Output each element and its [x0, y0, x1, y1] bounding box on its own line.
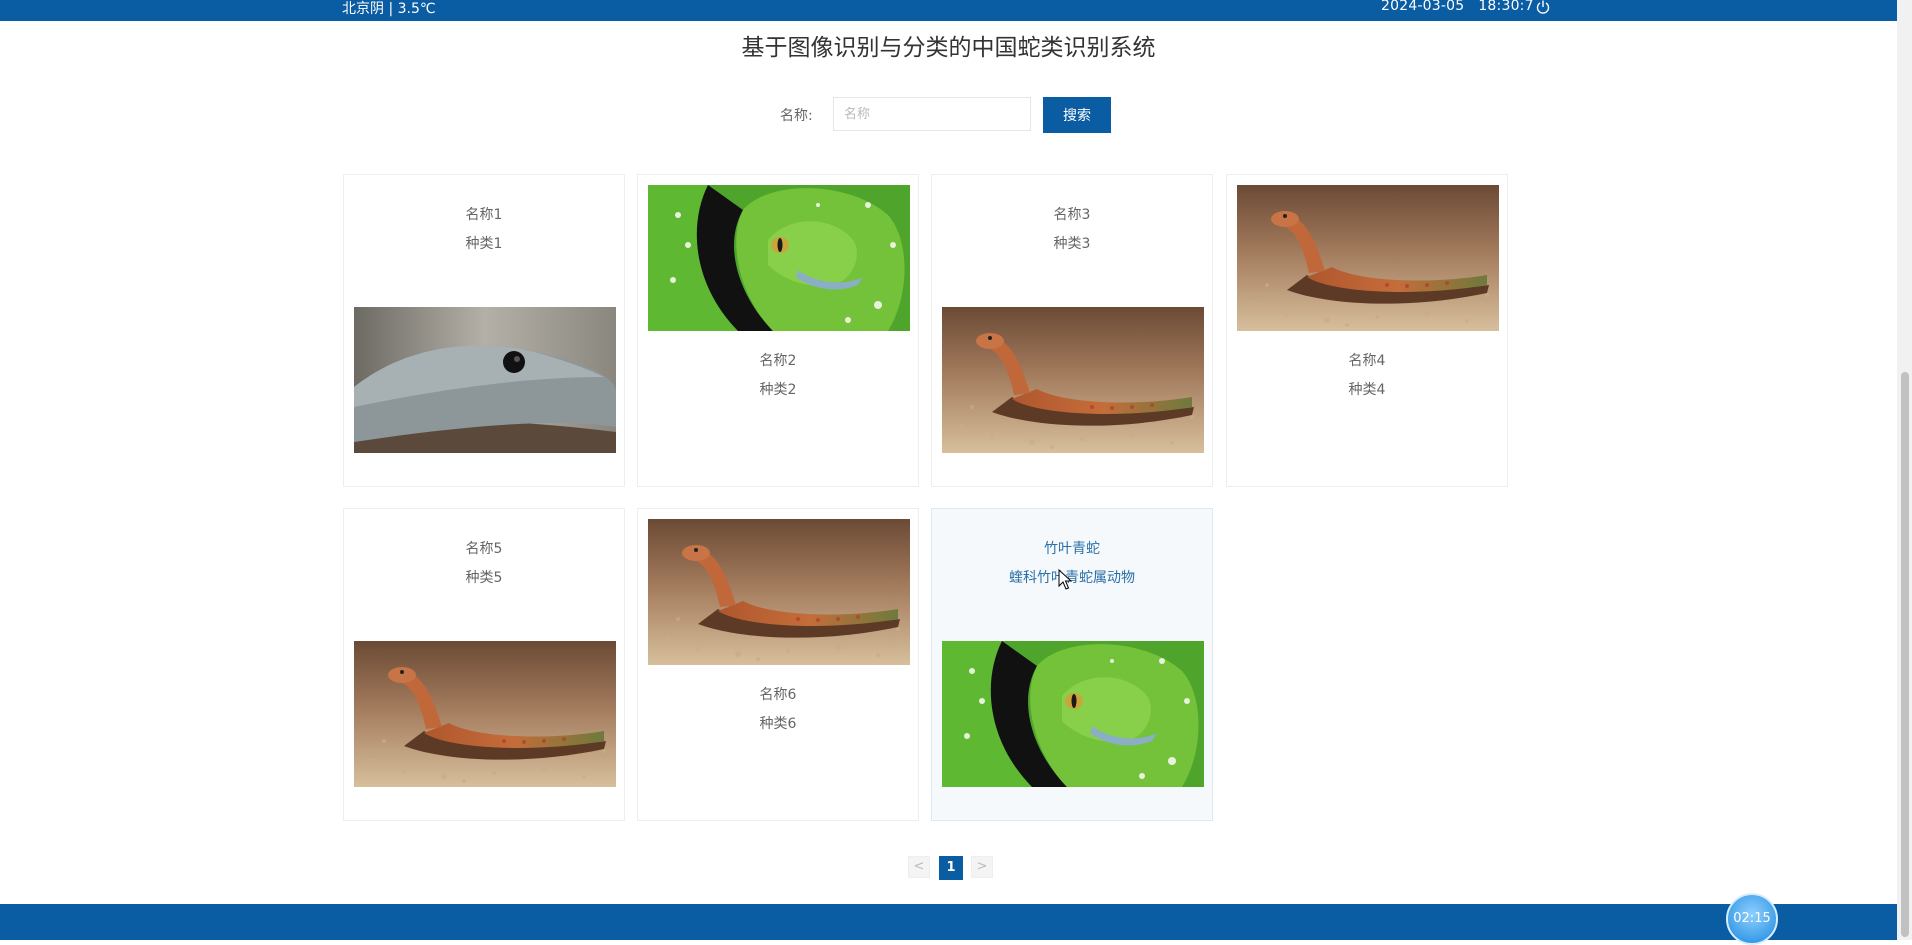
card-kind: 种类4 [1348, 382, 1386, 398]
card-kind: 蝰科竹叶青蛇属动物 [1009, 570, 1135, 586]
search-label: 名称: [780, 108, 813, 124]
snake-photo[interactable] [648, 519, 910, 665]
card-kind: 种类3 [1053, 236, 1091, 252]
card-kind: 种类1 [465, 236, 503, 252]
next-page-button[interactable]: > [971, 856, 993, 878]
card-info: 名称2 种类2 [638, 351, 918, 400]
snake-photo[interactable] [354, 641, 616, 787]
card-info: 名称5 种类5 [344, 539, 624, 588]
snake-photo[interactable] [354, 307, 616, 453]
card-info: 名称1 种类1 [344, 205, 624, 254]
prev-page-button[interactable]: < [908, 856, 930, 878]
snake-card[interactable]: 名称6 种类6 [637, 508, 919, 821]
card-name: 名称3 [1053, 207, 1091, 223]
current-time: 18:30:7 [1478, 0, 1534, 14]
vertical-scrollbar[interactable] [1897, 0, 1912, 940]
snake-photo[interactable] [648, 185, 910, 331]
snake-card[interactable]: 名称2 种类2 [637, 174, 919, 487]
current-date: 2024-03-05 [1381, 0, 1465, 14]
card-name: 名称6 [759, 687, 797, 703]
power-icon[interactable] [1535, 0, 1551, 15]
card-info: 竹叶青蛇 蝰科竹叶青蛇属动物 [932, 539, 1212, 588]
card-kind: 种类2 [759, 382, 797, 398]
snake-card-hovered[interactable]: 竹叶青蛇 蝰科竹叶青蛇属动物 [931, 508, 1213, 821]
snake-photo[interactable] [1237, 185, 1499, 331]
card-name: 名称4 [1348, 353, 1386, 369]
page-title: 基于图像识别与分类的中国蛇类识别系统 [741, 35, 1156, 61]
date-time: 2024-03-05 18:30:7 [1381, 0, 1534, 14]
card-name: 名称5 [465, 541, 503, 557]
snake-card[interactable]: 名称1 种类1 [343, 174, 625, 487]
card-info: 名称3 种类3 [932, 205, 1212, 254]
timer-badge[interactable]: 02:15 [1726, 893, 1778, 945]
search-input[interactable] [833, 97, 1031, 131]
search-button[interactable]: 搜索 [1043, 97, 1111, 133]
page-number-current[interactable]: 1 [939, 856, 963, 880]
card-info: 名称6 种类6 [638, 685, 918, 734]
scrollbar-thumb[interactable] [1901, 372, 1909, 937]
mouse-cursor-icon [1058, 569, 1072, 590]
card-name: 名称2 [759, 353, 797, 369]
card-kind: 种类5 [465, 570, 503, 586]
card-name: 竹叶青蛇 [1044, 541, 1100, 557]
weather-info: 北京阴 | 3.5℃ [342, 1, 436, 17]
card-info: 名称4 种类4 [1227, 351, 1507, 400]
card-kind: 种类6 [759, 716, 797, 732]
top-bar: 北京阴 | 3.5℃ 2024-03-05 18:30:7 [0, 0, 1897, 21]
snake-photo[interactable] [942, 307, 1204, 453]
snake-card[interactable]: 名称5 种类5 [343, 508, 625, 821]
snake-card[interactable]: 名称4 种类4 [1226, 174, 1508, 487]
snake-photo[interactable] [942, 641, 1204, 787]
card-name: 名称1 [465, 207, 503, 223]
footer-bar [0, 904, 1897, 940]
snake-card[interactable]: 名称3 种类3 [931, 174, 1213, 487]
